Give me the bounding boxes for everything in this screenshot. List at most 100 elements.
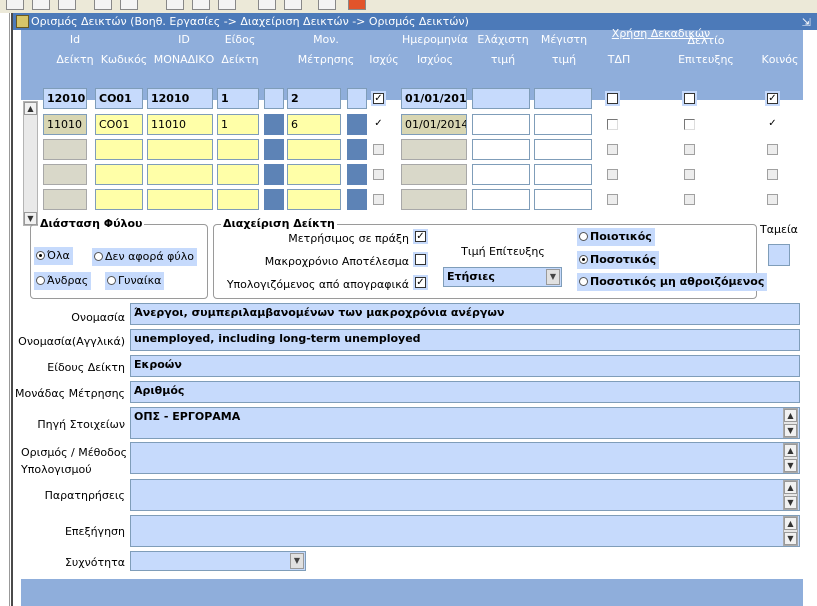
type-option-quantitative[interactable]: Ποσοτικός xyxy=(577,251,660,269)
cell-id[interactable] xyxy=(43,139,87,160)
ischys-checkbox[interactable] xyxy=(373,169,384,180)
type-lov-button[interactable] xyxy=(264,164,284,185)
cell-date[interactable] xyxy=(401,164,467,185)
cell-unit[interactable] xyxy=(287,164,341,185)
tdp-checkbox[interactable] xyxy=(607,144,618,155)
cell-type[interactable] xyxy=(217,164,259,185)
scroll-down-icon[interactable]: ▼ xyxy=(784,459,797,472)
cell-type[interactable]: 1 xyxy=(217,88,259,109)
toolbar-button[interactable] xyxy=(32,0,50,10)
koinos-checkbox[interactable] xyxy=(767,144,778,155)
cell-unit[interactable] xyxy=(287,189,341,210)
source-scrollbar[interactable]: ▲ ▼ xyxy=(783,408,798,438)
cell-unique-id[interactable]: 11010 xyxy=(147,114,213,135)
longterm-checkbox[interactable] xyxy=(415,254,426,265)
scroll-up-icon[interactable]: ▲ xyxy=(784,481,797,494)
cell-type[interactable]: 1 xyxy=(217,114,259,135)
cell-unit[interactable]: 6 xyxy=(287,114,341,135)
toolbar-button[interactable] xyxy=(348,0,366,10)
toolbar-button[interactable] xyxy=(166,0,184,10)
gender-option-female[interactable]: Γυναίκα xyxy=(105,272,165,290)
chevron-down-icon[interactable]: ▼ xyxy=(546,269,560,285)
gender-option-na[interactable]: Δεν αφορά φύλο xyxy=(92,248,197,266)
epiteuxi-checkbox[interactable] xyxy=(684,194,695,205)
explanation-scrollbar[interactable]: ▲ ▼ xyxy=(783,516,798,546)
scroll-up-icon[interactable]: ▲ xyxy=(784,517,797,530)
koinos-checkbox[interactable] xyxy=(767,194,778,205)
cell-min[interactable] xyxy=(472,189,530,210)
ischys-checkbox[interactable]: ✓ xyxy=(373,93,384,104)
computed-checkbox[interactable]: ✓ xyxy=(415,277,426,288)
type-lov-button[interactable] xyxy=(264,114,284,135)
cell-unique-id[interactable] xyxy=(147,164,213,185)
cell-max[interactable] xyxy=(534,139,592,160)
cell-type[interactable] xyxy=(217,139,259,160)
cell-code[interactable] xyxy=(95,189,143,210)
toolbar-button[interactable] xyxy=(120,0,138,10)
tdp-checkbox[interactable] xyxy=(607,93,618,104)
toolbar-button[interactable] xyxy=(192,0,210,10)
indicator-type-field[interactable]: Εκροών xyxy=(130,355,800,377)
cell-date[interactable] xyxy=(401,139,467,160)
target-value-select[interactable]: Ετήσιες ▼ xyxy=(443,267,562,287)
tdp-checkbox[interactable] xyxy=(607,169,618,180)
cell-min[interactable] xyxy=(472,164,530,185)
cell-id[interactable]: 12010 xyxy=(43,88,87,109)
frequency-select[interactable]: ▼ xyxy=(130,551,306,571)
minimize-icon[interactable]: ⇲ xyxy=(802,14,811,30)
measurable-checkbox[interactable]: ✓ xyxy=(415,231,426,242)
ischys-checkbox[interactable]: ✓ xyxy=(373,119,384,130)
epiteuxi-checkbox[interactable] xyxy=(684,93,695,104)
explanation-field[interactable] xyxy=(130,515,800,547)
scroll-down-icon[interactable]: ▼ xyxy=(784,496,797,509)
scroll-down-icon[interactable]: ▼ xyxy=(784,532,797,545)
cell-id[interactable]: 11010 xyxy=(43,114,87,135)
cell-id[interactable] xyxy=(43,189,87,210)
type-lov-button[interactable] xyxy=(264,139,284,160)
scroll-up-icon[interactable]: ▲ xyxy=(784,444,797,457)
unit-lov-button[interactable] xyxy=(347,88,367,109)
cell-unit[interactable] xyxy=(287,139,341,160)
unit-lov-button[interactable] xyxy=(347,164,367,185)
cell-date[interactable] xyxy=(401,189,467,210)
cell-id[interactable] xyxy=(43,164,87,185)
koinos-checkbox[interactable] xyxy=(767,169,778,180)
toolbar-button[interactable] xyxy=(218,0,236,10)
toolbar-button[interactable] xyxy=(318,0,336,10)
scroll-up-icon[interactable]: ▲ xyxy=(784,409,797,422)
funds-button[interactable] xyxy=(768,244,790,266)
koinos-checkbox[interactable]: ✓ xyxy=(767,119,778,130)
cell-code[interactable] xyxy=(95,164,143,185)
cell-unique-id[interactable] xyxy=(147,189,213,210)
gender-option-all[interactable]: Όλα xyxy=(34,247,73,265)
cell-min[interactable] xyxy=(472,139,530,160)
unit-lov-button[interactable] xyxy=(347,139,367,160)
cell-unique-id[interactable] xyxy=(147,139,213,160)
name-en-field[interactable]: unemployed, including long-term unemploy… xyxy=(130,329,800,351)
unit-lov-button[interactable] xyxy=(347,189,367,210)
toolbar-button[interactable] xyxy=(58,0,76,10)
source-field[interactable]: ΟΠΣ - ΕΡΓΟΡΑΜΑ xyxy=(130,407,800,439)
cell-max[interactable] xyxy=(534,189,592,210)
unit-lov-button[interactable] xyxy=(347,114,367,135)
epiteuxi-checkbox[interactable] xyxy=(684,119,695,130)
tdp-checkbox[interactable] xyxy=(607,119,618,130)
koinos-checkbox[interactable]: ✓ xyxy=(767,93,778,104)
cell-unique-id[interactable]: 12010 xyxy=(147,88,213,109)
epiteuxi-checkbox[interactable] xyxy=(684,144,695,155)
cell-unit[interactable]: 2 xyxy=(287,88,341,109)
chevron-down-icon[interactable]: ▼ xyxy=(290,553,304,569)
scroll-down-icon[interactable]: ▼ xyxy=(784,424,797,437)
type-option-quantitative-nonadditive[interactable]: Ποσοτικός μη αθροιζόμενος xyxy=(577,273,768,291)
cell-min[interactable] xyxy=(472,114,530,135)
cell-type[interactable] xyxy=(217,189,259,210)
type-option-qualitative[interactable]: Ποιοτικός xyxy=(577,228,655,246)
cell-max[interactable] xyxy=(534,88,592,109)
notes-scrollbar[interactable]: ▲ ▼ xyxy=(783,480,798,510)
cell-code[interactable]: CO01 xyxy=(95,88,143,109)
epiteuxi-checkbox[interactable] xyxy=(684,169,695,180)
definition-field[interactable] xyxy=(130,442,800,474)
cell-code[interactable]: CO01 xyxy=(95,114,143,135)
gender-option-male[interactable]: Άνδρας xyxy=(34,272,92,290)
toolbar-button[interactable] xyxy=(6,0,24,10)
